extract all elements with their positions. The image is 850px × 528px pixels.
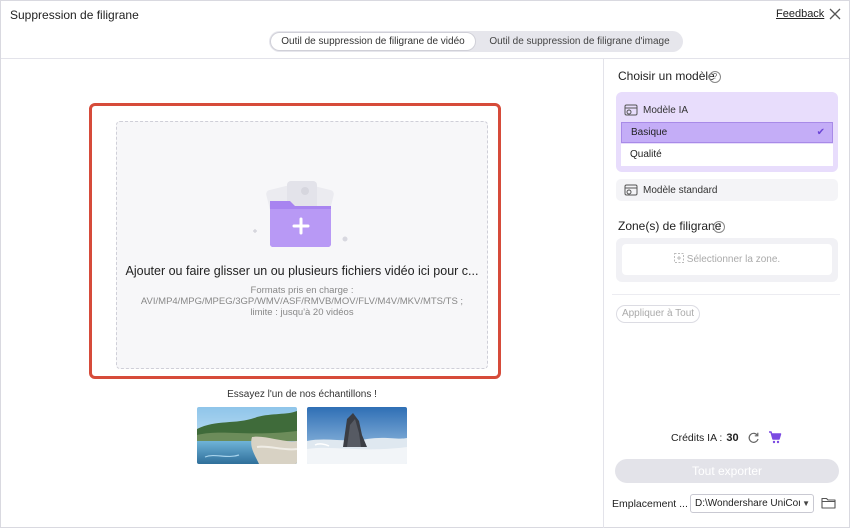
window-title: Suppression de filigrane xyxy=(10,8,139,22)
panel-divider xyxy=(603,59,604,528)
sample-river-image xyxy=(197,407,297,464)
standard-model-option[interactable]: Modèle standard xyxy=(616,179,838,201)
supported-formats: Formats pris en charge : AVI/MP4/MPG/MPE… xyxy=(119,285,485,318)
output-location-select[interactable]: D:\Wondershare UniCor ▼ xyxy=(690,494,814,513)
header-divider xyxy=(1,58,849,59)
select-zone-icon xyxy=(673,253,684,263)
close-icon[interactable] xyxy=(827,6,843,22)
export-all-button[interactable]: Tout exporter xyxy=(615,459,839,483)
formats-limit: limite : jusqu'à 20 vidéos xyxy=(250,307,354,318)
open-folder-icon[interactable] xyxy=(821,496,836,510)
model-section-title: Choisir un modèle xyxy=(618,69,715,83)
ai-model-label: Modèle IA xyxy=(643,104,689,116)
select-zone-label: Sélectionner la zone. xyxy=(686,254,781,265)
dropzone-instruction: Ajouter ou faire glisser un ou plusieurs… xyxy=(125,264,479,278)
apply-all-button[interactable]: Appliquer à Tout xyxy=(616,305,700,323)
cart-icon[interactable] xyxy=(768,430,782,444)
ai-model-option[interactable]: Modèle IA xyxy=(624,101,688,119)
refresh-icon[interactable] xyxy=(747,431,760,444)
add-folder-icon xyxy=(253,181,348,247)
zones-help-icon[interactable]: ? xyxy=(713,221,725,233)
credits-label: Crédits IA : xyxy=(671,431,723,444)
tab-image-watermark[interactable]: Outil de suppression de filigrane d'imag… xyxy=(478,32,681,51)
output-location-label: Emplacement ... xyxy=(612,498,688,510)
ai-credits: Crédits IA : 30 xyxy=(671,431,760,444)
zones-section-title: Zone(s) de filigrane xyxy=(618,219,722,233)
select-zone-button[interactable]: Sélectionner la zone. xyxy=(622,244,832,275)
standard-model-label: Modèle standard xyxy=(643,184,718,196)
model-option-quality-label: Qualité xyxy=(630,149,662,160)
sample-thumbnail-river[interactable] xyxy=(197,407,297,464)
tab-video-watermark[interactable]: Outil de suppression de filigrane de vid… xyxy=(270,32,476,51)
check-icon: ✔ xyxy=(816,127,825,138)
title-bar: Suppression de filigrane Feedback xyxy=(1,1,849,29)
right-panel-divider xyxy=(612,294,840,295)
watermark-removal-window: Suppression de filigrane Feedback Outil … xyxy=(0,0,850,528)
chevron-down-icon: ▼ xyxy=(800,495,810,512)
output-location-value: D:\Wondershare UniCor xyxy=(695,498,802,509)
model-option-basic-label: Basique xyxy=(631,127,668,138)
tool-tabs: Outil de suppression de filigrane de vid… xyxy=(269,31,683,52)
sample-thumbnail-rock[interactable] xyxy=(307,407,407,464)
formats-list: AVI/MP4/MPG/MPEG/3GP/WMV/ASF/RMVB/MOV/FL… xyxy=(140,296,464,307)
ai-model-icon xyxy=(624,104,638,116)
model-help-icon[interactable]: ? xyxy=(709,71,721,83)
standard-model-icon xyxy=(624,184,638,196)
sample-rock-image xyxy=(307,407,407,464)
credits-value: 30 xyxy=(726,431,739,444)
samples-label: Essayez l'un de nos échantillons ! xyxy=(227,389,377,400)
feedback-link[interactable]: Feedback xyxy=(776,8,824,20)
model-option-quality[interactable]: Qualité xyxy=(621,144,833,166)
model-option-basic[interactable]: Basique ✔ xyxy=(621,122,833,143)
formats-heading: Formats pris en charge : xyxy=(250,285,354,296)
